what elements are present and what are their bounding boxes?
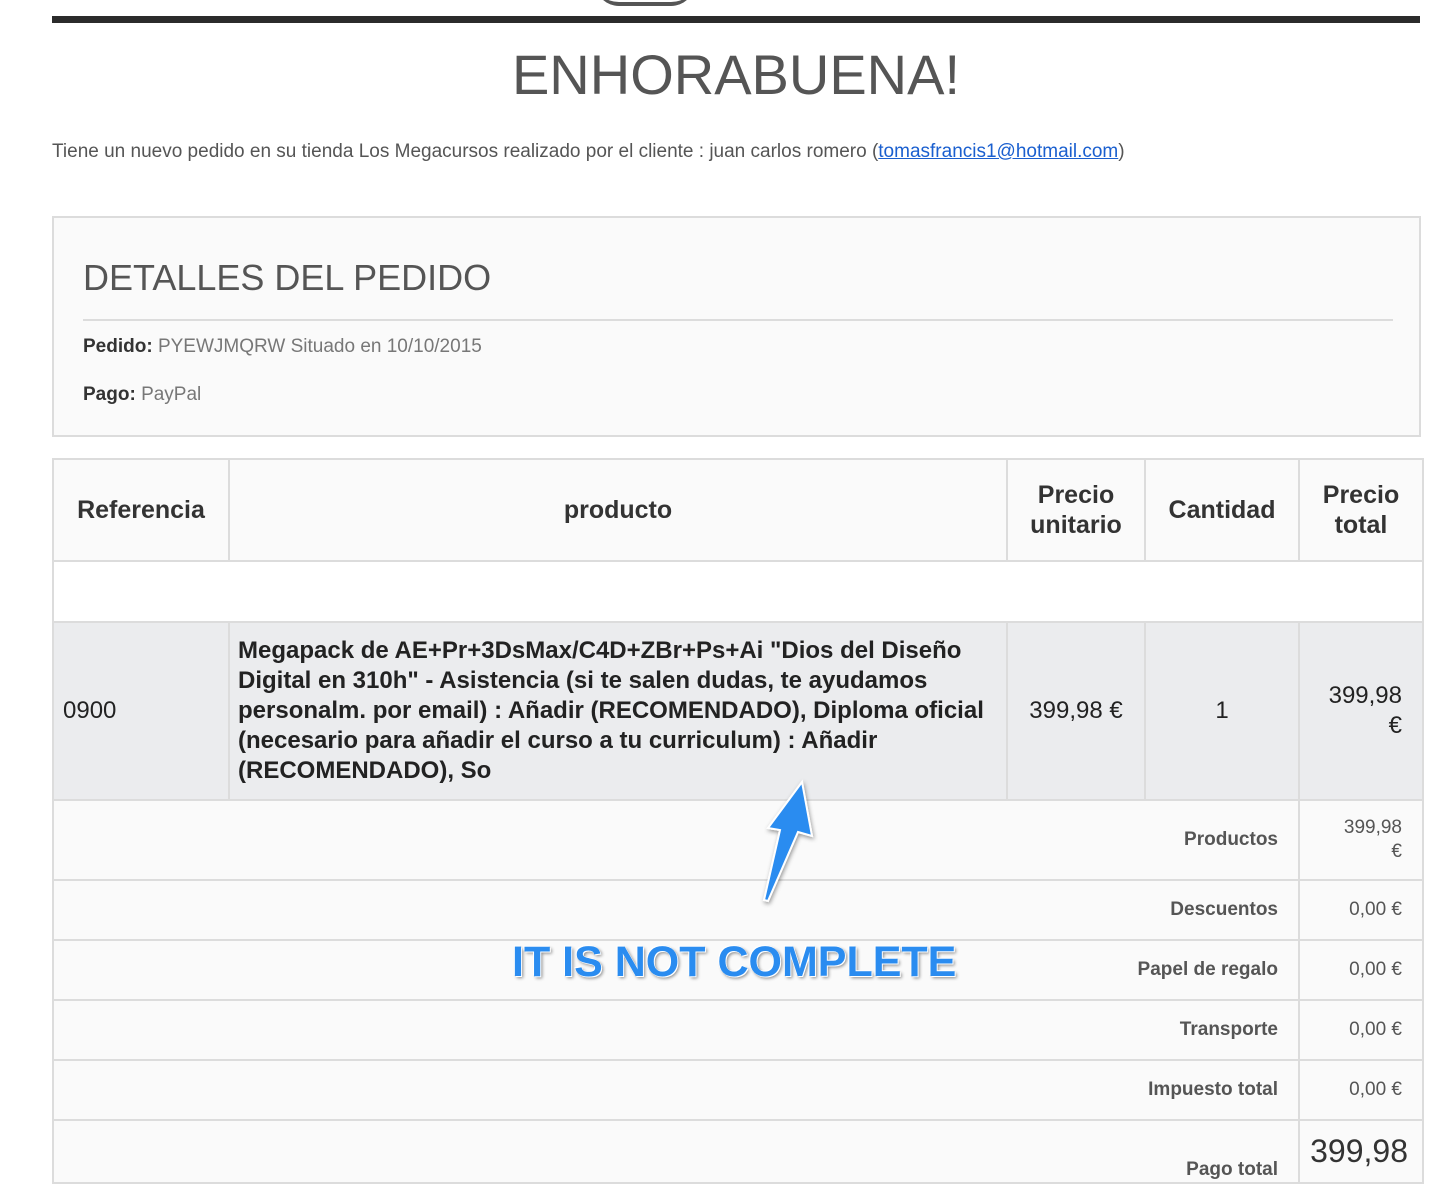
order-table: Referencia producto Precio unitario Canti… (52, 458, 1424, 1184)
annotation-arrow-icon (762, 779, 814, 903)
header-unit-price: Precio unitario (1006, 458, 1146, 562)
header-total-price-line2: total (1334, 511, 1388, 539)
header-product: producto (228, 458, 1008, 562)
header-unit-price-line2: unitario (1030, 511, 1122, 539)
product-total-line2: € (1388, 712, 1402, 739)
payment-label: Pago: (83, 384, 136, 405)
summary-discounts-row: Descuentos 0,00 € (52, 879, 1424, 941)
page-title: ENHORABUENA! (511, 43, 961, 106)
order-details-panel: DETALLES DEL PEDIDO Pedido: PYEWJMQRW Si… (52, 216, 1421, 437)
table-row: 0900 Megapack de AE+Pr+3DsMax/C4D+ZBr+Ps… (52, 621, 1424, 801)
header-total-price-line1: Precio (1322, 481, 1400, 509)
summary-discounts-label: Descuentos (52, 879, 1300, 941)
intro-suffix: ) (1118, 141, 1125, 162)
header-rule (52, 16, 1420, 23)
details-divider (83, 319, 1393, 321)
summary-giftwrap-value: 0,00 € (1298, 939, 1424, 1001)
summary-shipping-value: 0,00 € (1298, 999, 1424, 1061)
summary-products-value: 399,98 € (1298, 799, 1424, 881)
table-header-row: Referencia producto Precio unitario Canti… (52, 458, 1424, 562)
summary-shipping-label: Transporte (52, 999, 1300, 1061)
product-name: Megapack de AE+Pr+3DsMax/C4D+ZBr+Ps+Ai "… (228, 621, 1008, 801)
payment-line: Pago: PayPal (83, 384, 201, 406)
summary-products-label: Productos (52, 799, 1300, 881)
annotation-label: IT IS NOT COMPLETE (512, 938, 957, 986)
order-label: Pedido: (83, 336, 153, 357)
product-total-price: 399,98 € (1298, 621, 1424, 801)
summary-tax-row: Impuesto total 0,00 € (52, 1059, 1424, 1121)
summary-tax-label: Impuesto total (52, 1059, 1300, 1121)
spacer-cell (52, 560, 1424, 623)
order-value: PYEWJMQRW Situado en 10/10/2015 (157, 336, 482, 357)
header-total-price: Precio total (1298, 458, 1424, 562)
product-reference: 0900 (52, 621, 230, 801)
intro-text: Tiene un nuevo pedido en su tienda Los M… (52, 141, 1125, 163)
order-reference-line: Pedido: PYEWJMQRW Situado en 10/10/2015 (83, 336, 482, 358)
product-unit-price: 399,98 € (1006, 621, 1146, 801)
intro-message: Tiene un nuevo pedido en su tienda Los M… (52, 141, 879, 162)
summary-discounts-value: 0,00 € (1298, 879, 1424, 941)
product-quantity: 1 (1144, 621, 1300, 801)
customer-email-link[interactable]: tomasfrancis1@hotmail.com (878, 141, 1118, 162)
header-quantity: Cantidad (1144, 458, 1300, 562)
summary-tax-value: 0,00 € (1298, 1059, 1424, 1121)
header-reference: Referencia (52, 458, 230, 562)
logo-remnant (595, 0, 695, 6)
summary-products-row: Productos 399,98 € (52, 799, 1424, 881)
spacer-row (52, 560, 1424, 623)
order-details-title: DETALLES DEL PEDIDO (83, 257, 492, 298)
product-total-line1: 399,98 (1328, 682, 1402, 709)
payment-value: PayPal (141, 384, 202, 405)
summary-shipping-row: Transporte 0,00 € (52, 999, 1424, 1061)
summary-products-value-line1: 399,98 (1343, 817, 1402, 838)
summary-products-value-line2: € (1391, 841, 1402, 862)
header-unit-price-line1: Precio (1037, 481, 1115, 509)
